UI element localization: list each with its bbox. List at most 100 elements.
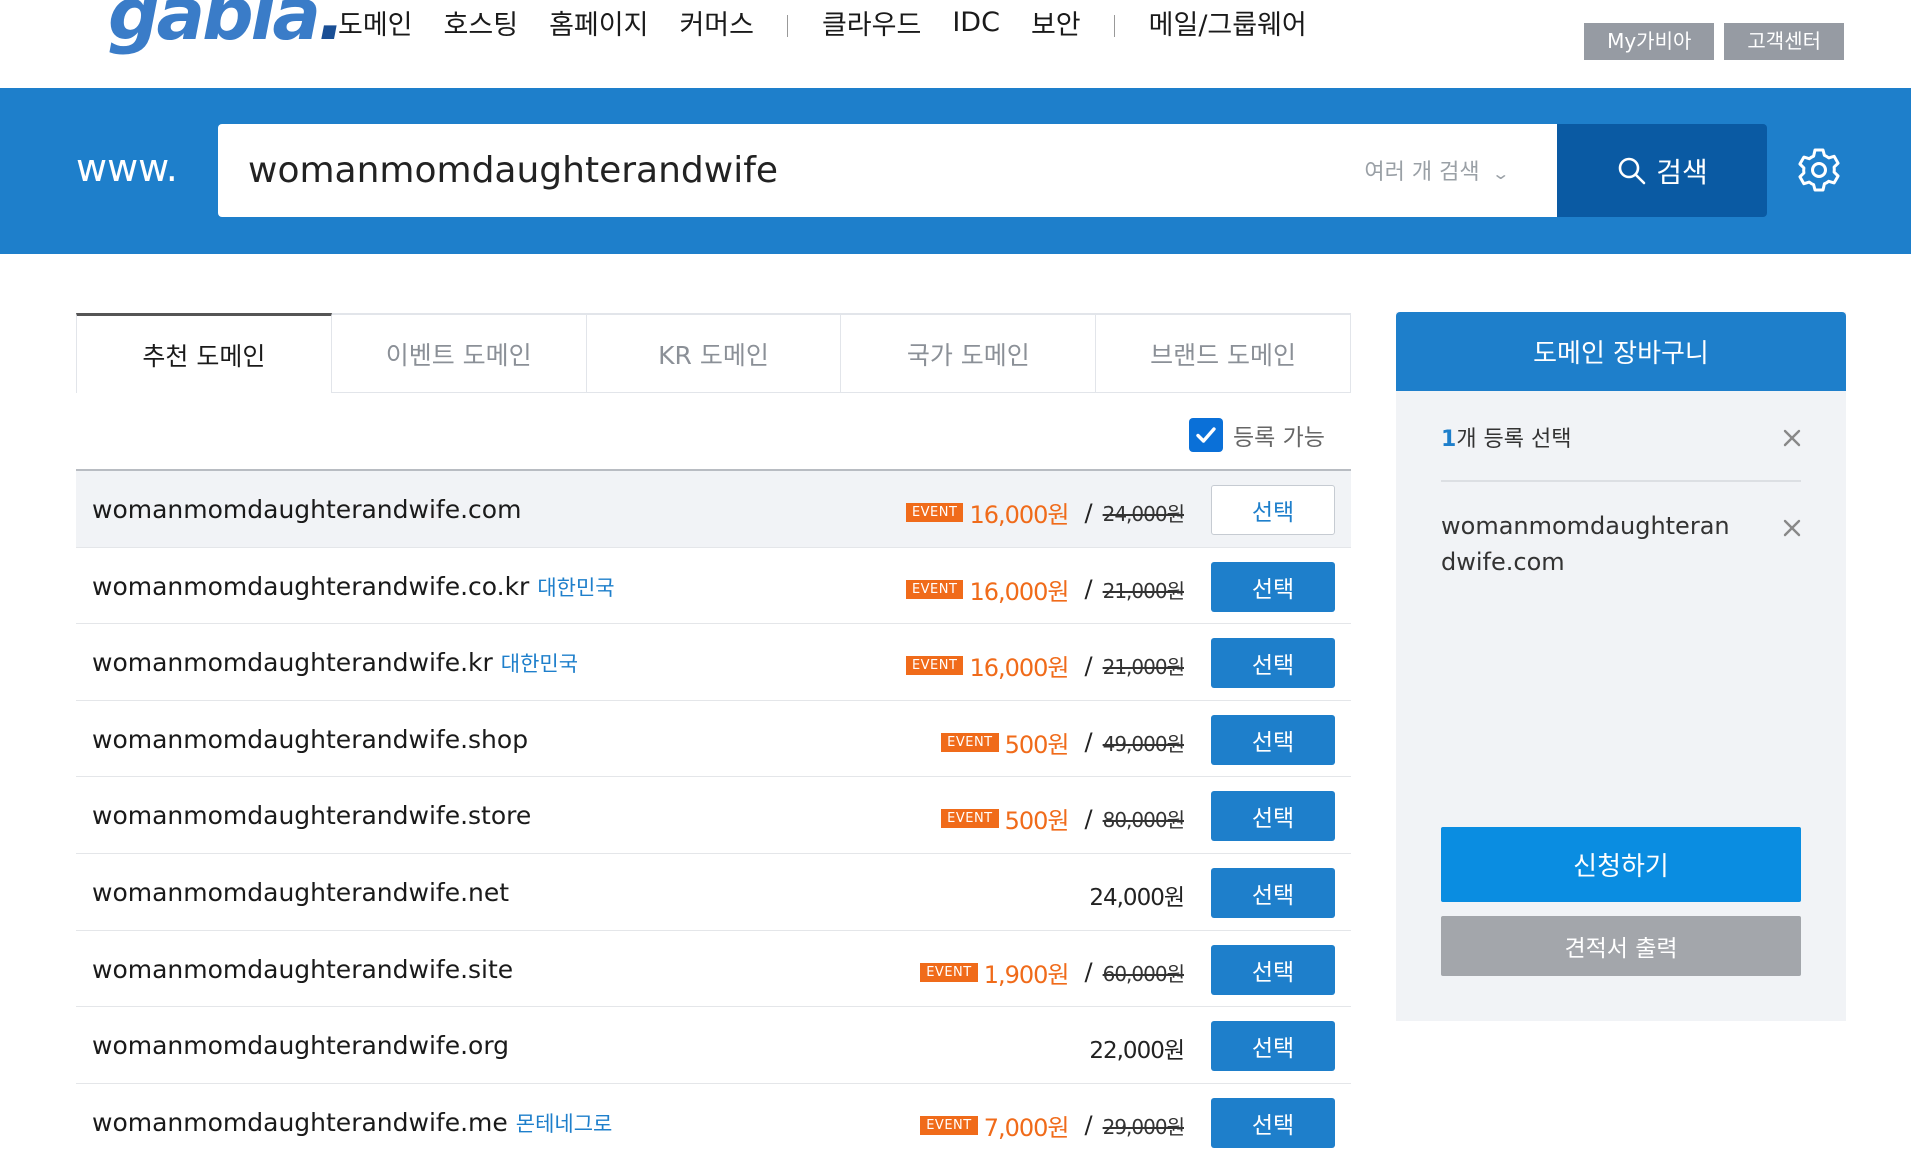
domain-row: womanmomdaughterandwife.com EVENT 16,000… <box>76 471 1351 548</box>
chevron-down-icon: ⌄ <box>1490 164 1510 183</box>
country-label: 대한민국 <box>537 575 615 600</box>
nav-hosting[interactable]: 호스팅 <box>444 3 519 42</box>
event-badge: EVENT <box>920 1115 978 1135</box>
price-separator: / <box>1084 575 1093 604</box>
nav-domain[interactable]: 도메인 <box>338 3 413 42</box>
available-filter[interactable]: 등록 가능 <box>1189 418 1325 452</box>
event-price: 16,000원 <box>969 654 1069 683</box>
price-separator: / <box>1084 958 1093 987</box>
close-icon[interactable] <box>1781 427 1803 449</box>
search-icon <box>1618 157 1646 184</box>
domain-row: womanmomdaughterandwife.kr 대한민국 EVENT 16,… <box>76 624 1351 701</box>
domain-row: womanmomdaughterandwife.site EVENT 1,900… <box>76 930 1351 1008</box>
tab-brand[interactable]: 브랜드 도메인 <box>1096 315 1351 393</box>
event-price: 1,900원 <box>983 960 1070 989</box>
multi-search-label: 여러 개 검색 <box>1364 160 1480 185</box>
nav-divider <box>786 15 788 37</box>
select-button[interactable]: 선택 <box>1211 485 1335 535</box>
price-group: 24,000원 <box>1089 878 1185 912</box>
event-price: 16,000원 <box>969 577 1069 606</box>
price-group: 22,000원 <box>1089 1031 1185 1065</box>
tab-event[interactable]: 이벤트 도메인 <box>331 315 587 393</box>
nav-security[interactable]: 보안 <box>1031 3 1081 42</box>
customer-center-button[interactable]: 고객센터 <box>1724 23 1844 60</box>
price-separator: / <box>1084 804 1093 833</box>
domain-row: womanmomdaughterandwife.org 22,000원 선택 <box>76 1007 1351 1084</box>
select-button[interactable]: 선택 <box>1211 1021 1335 1072</box>
event-badge: EVENT <box>941 809 999 829</box>
print-quote-button[interactable]: 견적서 출력 <box>1441 916 1801 976</box>
event-badge: EVENT <box>941 732 999 752</box>
nav-commerce[interactable]: 커머스 <box>679 3 754 42</box>
select-button[interactable]: 선택 <box>1211 1097 1335 1148</box>
tab-country[interactable]: 국가 도메인 <box>841 315 1097 393</box>
nav-cloud[interactable]: 클라우드 <box>822 3 921 42</box>
regular-price: 22,000원 <box>1089 1038 1185 1065</box>
domain-name: womanmomdaughterandwife.shop <box>92 724 529 754</box>
original-price: 80,000원 <box>1102 808 1185 833</box>
domain-name: womanmomdaughterandwife.org <box>92 1031 510 1061</box>
original-price: 21,000원 <box>1102 655 1185 680</box>
select-button[interactable]: 선택 <box>1211 561 1335 612</box>
event-price: 500원 <box>1004 730 1070 759</box>
search-band: www. 여러 개 검색 ⌄ 검색 <box>0 88 1911 254</box>
search-button[interactable]: 검색 <box>1557 124 1767 217</box>
domain-row: womanmomdaughterandwife.net 24,000원 선택 <box>76 853 1351 931</box>
event-badge: EVENT <box>920 962 978 982</box>
domain-result-list: womanmomdaughterandwife.com EVENT 16,000… <box>76 469 1351 1157</box>
price-separator: / <box>1084 498 1093 527</box>
nav-homepage[interactable]: 홈페이지 <box>549 3 648 42</box>
tab-recommended[interactable]: 추천 도메인 <box>76 313 332 393</box>
gabia-logo[interactable]: gabia. <box>108 0 345 50</box>
price-group: EVENT 16,000원 / 24,000원 <box>905 495 1185 530</box>
domain-cart: 도메인 장바구니 1개 등록 선택 womanmomdaughterandwif… <box>1396 312 1846 1021</box>
select-button[interactable]: 선택 <box>1211 714 1335 765</box>
price-group: EVENT 500원 / 49,000원 <box>941 725 1185 760</box>
select-button[interactable]: 선택 <box>1211 867 1335 918</box>
domain-name: womanmomdaughterandwife.kr 대한민국 <box>92 648 579 678</box>
multi-search-toggle[interactable]: 여러 개 검색 ⌄ <box>1364 154 1510 186</box>
check-icon <box>1196 427 1216 443</box>
event-price: 500원 <box>1004 807 1070 836</box>
cart-divider <box>1441 480 1801 482</box>
regular-price: 24,000원 <box>1089 884 1185 911</box>
my-gabia-button[interactable]: My가비아 <box>1584 23 1715 60</box>
domain-row: womanmomdaughterandwife.co.kr 대한민국 EVENT … <box>76 547 1351 625</box>
domain-search-input[interactable] <box>248 142 1268 198</box>
country-label: 몬테네그로 <box>515 1111 613 1136</box>
original-price: 60,000원 <box>1102 961 1185 986</box>
price-separator: / <box>1084 1111 1093 1140</box>
event-badge: EVENT <box>905 503 964 522</box>
original-price: 24,000원 <box>1102 502 1185 526</box>
gear-icon[interactable] <box>1795 146 1843 194</box>
select-button[interactable]: 선택 <box>1211 944 1335 995</box>
original-price: 49,000원 <box>1102 731 1185 756</box>
cart-item-domain: womanmomdaughterandwife.com <box>1441 512 1730 576</box>
price-group: EVENT 16,000원 / 21,000원 <box>905 648 1185 683</box>
nav-divider <box>1113 15 1115 37</box>
available-checkbox[interactable] <box>1189 418 1223 452</box>
select-button[interactable]: 선택 <box>1211 638 1335 689</box>
domain-name: womanmomdaughterandwife.co.kr 대한민국 <box>92 571 615 601</box>
original-price: 21,000원 <box>1102 578 1185 603</box>
apply-button[interactable]: 신청하기 <box>1441 827 1801 902</box>
cart-count: 1개 등록 선택 <box>1441 427 1572 452</box>
price-group: EVENT 500원 / 80,000원 <box>941 801 1185 836</box>
tab-kr[interactable]: KR 도메인 <box>586 315 842 393</box>
nav-idc[interactable]: IDC <box>952 7 1000 38</box>
domain-name: womanmomdaughterandwife.com <box>92 495 522 524</box>
main-nav: 도메인 호스팅 홈페이지 커머스 클라우드 IDC 보안 메일/그룹웨어 <box>338 3 1338 42</box>
cart-title: 도메인 장바구니 <box>1396 312 1846 391</box>
domain-name: womanmomdaughterandwife.store <box>92 801 532 831</box>
available-label: 등록 가능 <box>1233 425 1325 451</box>
domain-row: womanmomdaughterandwife.me 몬테네그로 EVENT 7,… <box>76 1083 1351 1157</box>
price-group: EVENT 16,000원 / 21,000원 <box>905 572 1185 607</box>
top-buttons: My가비아 고객센터 <box>1584 23 1844 60</box>
select-button[interactable]: 선택 <box>1211 791 1335 842</box>
price-group: EVENT 1,900원 / 60,000원 <box>920 955 1185 990</box>
close-icon[interactable] <box>1781 517 1803 539</box>
domain-row: womanmomdaughterandwife.shop EVENT 500원 … <box>76 700 1351 778</box>
nav-mail-groupware[interactable]: 메일/그룹웨어 <box>1149 3 1307 42</box>
event-price: 7,000원 <box>983 1113 1070 1142</box>
event-price: 16,000원 <box>969 501 1069 529</box>
